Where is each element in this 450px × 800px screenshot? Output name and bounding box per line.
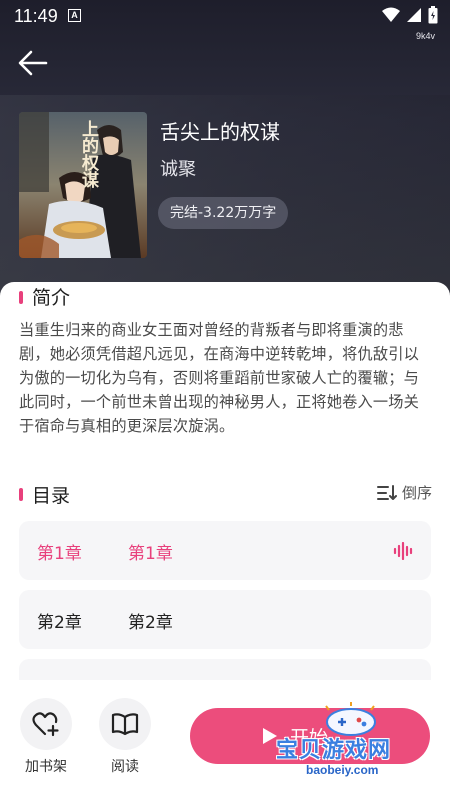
sort-button[interactable]: 倒序 [376,482,432,503]
chapter-name: 第1章 [128,544,173,564]
system-icons [382,6,438,24]
back-button[interactable] [16,48,56,80]
intro-text: 当重生归来的商业女王面对曾经的背叛者与即将重演的悲剧，她必须凭借超凡远见，在商海… [19,321,420,435]
watermark-url: baobeiy.com [306,763,379,777]
add-shelf-button[interactable]: 加书架 [16,698,76,776]
heart-plus-icon [32,712,59,737]
playing-wave-icon [393,542,413,560]
book-status-badge: 完结-3.22万万字 [158,197,289,229]
cover-title-text: 上的权谋 [78,120,98,188]
book-cover: 上的权谋 [19,112,147,258]
catalog-heading: 目录 [32,485,71,507]
chapter-item[interactable]: 第2章 第2章 [19,590,431,649]
intro-heading: 简介 [32,287,71,309]
chapter-number: 第1章 [37,544,82,564]
chapter-number: 第2章 [37,613,82,633]
catalog-accent-bar [19,488,23,501]
watermark-cn: 宝贝游戏网 [276,738,392,763]
read-button[interactable]: 阅读 [95,698,155,776]
battery-icon [428,6,438,24]
notification-icon: A [68,9,81,22]
intro-accent-bar [19,291,23,304]
book-title: 舌尖上的权谋 [160,120,280,144]
book-header: 11:49 A 9k4v 上的权谋 舌尖上的权谋 诚聚 完结-3.22万万字 [0,0,450,300]
arrow-left-icon [18,50,48,76]
book-open-icon [111,713,139,736]
status-bar: 11:49 A [0,0,450,32]
build-code: 9k4v [415,31,435,41]
status-time: 11:49 [14,6,58,26]
read-label: 阅读 [111,759,139,775]
book-author: 诚聚 [160,159,196,180]
wifi-icon [382,7,400,22]
read-circle [99,698,151,750]
signal-icon [407,8,421,22]
add-shelf-circle [20,698,72,750]
add-shelf-label: 加书架 [25,759,67,775]
sort-icon [376,484,397,500]
sort-label: 倒序 [401,484,432,502]
chapter-item[interactable]: 第1章 第1章 [19,521,431,580]
chapter-name: 第2章 [128,613,173,633]
watermark-logo: 宝贝游戏网 baobeiy.com [276,700,436,790]
